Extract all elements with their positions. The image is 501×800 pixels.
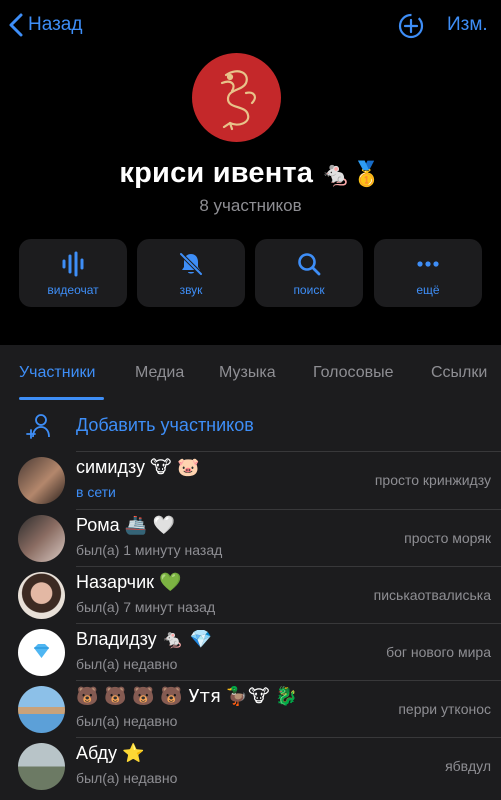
member-row[interactable]: 🐻 🐻 🐻 🐻 Утя 🦆🐮 🐉 был(а) недавно перри ут… [0,681,501,738]
avatar [18,515,65,562]
avatar [18,572,65,619]
tab-media[interactable]: Медиа [135,364,184,382]
back-label: Назад [28,14,83,35]
search-label: поиск [293,283,325,297]
avatar [18,686,65,733]
member-status: был(а) недавно [76,713,178,729]
dragon-emblem-icon [220,70,256,131]
back-button[interactable]: Назад [8,12,82,38]
group-title: криси ивента 🐁🥇 [0,157,501,190]
group-name: криси ивента [119,157,314,189]
add-members-label: Добавить участников [76,415,254,435]
avatar [18,629,65,676]
member-role: перри утконос [398,701,491,717]
member-role: бог нового мира [386,644,491,660]
group-avatar[interactable] [192,53,281,142]
sound-button[interactable]: звук [137,239,245,307]
edit-button[interactable]: Изм. [447,14,488,36]
member-name: симидзу 🐮 🐷 [76,457,200,478]
avatar [18,457,65,504]
members-list: Добавить участников симидзу 🐮 🐷 в сети п… [0,401,501,800]
member-name: 🐻 🐻 🐻 🐻 Утя 🦆🐮 🐉 [76,686,298,707]
group-subtitle: 8 участников [199,196,302,215]
member-status: был(а) 1 минуту назад [76,542,223,558]
tab-music[interactable]: Музыка [219,364,276,382]
member-name: Назарчик 💚 [76,572,182,593]
voice-wave-icon [19,250,127,278]
search-button[interactable]: поиск [255,239,363,307]
member-role: писькаотвалиська [373,587,491,603]
member-status: был(а) недавно [76,656,178,672]
tab-voice[interactable]: Голосовые [313,364,394,382]
search-icon [255,250,363,278]
more-button[interactable]: ещё [374,239,482,307]
member-row[interactable]: Назарчик 💚 был(а) 7 минут назад писькаот… [0,567,501,624]
member-role: просто кринжидзу [374,472,491,488]
member-role: ябвдул [445,758,491,774]
tab-bar: Участники Медиа Музыка Голосовые Ссылки [0,345,501,401]
top-bar: Назад Изм. [0,0,501,52]
add-members-button[interactable]: Добавить участников [0,401,501,451]
avatar [18,743,65,790]
member-row[interactable]: симидзу 🐮 🐷 в сети просто кринжидзу [0,452,501,509]
member-status: в сети [76,484,116,500]
group-name-emoji: 🐁🥇 [321,160,382,188]
sound-label: звук [179,283,203,297]
bell-muted-icon [137,250,245,278]
tab-members[interactable]: Участники [19,364,95,382]
member-status: был(а) недавно [76,770,178,786]
more-dots-icon [374,250,482,278]
tab-links[interactable]: Ссылки [431,364,487,382]
videochat-label: видеочат [47,283,99,297]
member-row[interactable]: Владидзу 🐁 💎 был(а) недавно бог нового м… [0,624,501,681]
member-name: Владидзу 🐁 💎 [76,629,213,650]
member-status: был(а) 7 минут назад [76,599,216,615]
add-admin-icon[interactable] [397,12,425,40]
member-row[interactable]: Рома 🚢 🤍 был(а) 1 минуту назад просто мо… [0,510,501,567]
member-name: Рома 🚢 🤍 [76,515,176,536]
member-role: просто моряк [404,530,491,546]
tab-active-indicator [19,397,104,400]
member-row[interactable]: Абду ⭐ был(а) недавно ябвдул [0,738,501,795]
videochat-button[interactable]: видеочат [19,239,127,307]
member-name: Абду ⭐ [76,743,145,764]
add-user-icon [26,414,50,439]
action-bar: видеочат звук поиск ещё [19,239,482,307]
more-label: ещё [416,283,440,297]
diamond-icon [34,644,49,658]
chevron-left-icon [9,13,23,37]
